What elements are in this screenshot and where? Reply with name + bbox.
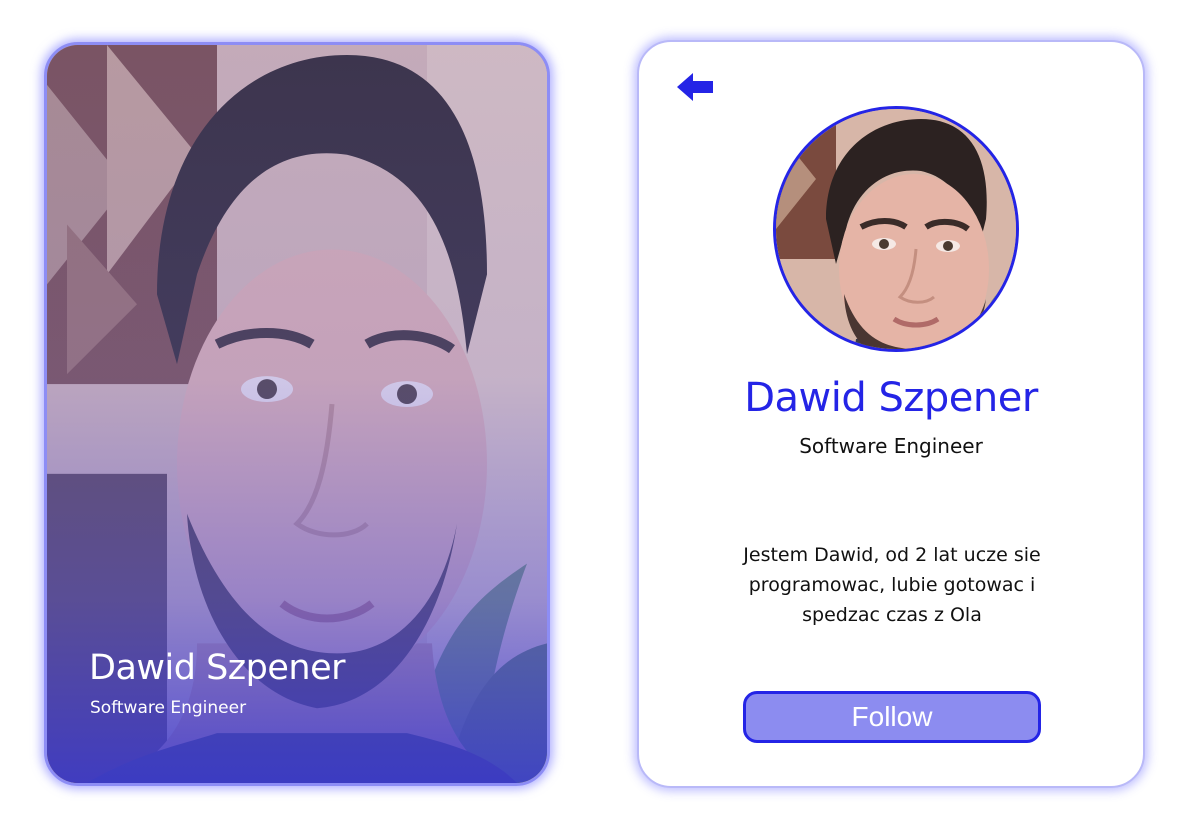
avatar — [773, 106, 1019, 352]
arrow-left-icon — [677, 73, 713, 101]
profile-name: Dawid Szpener — [744, 375, 1038, 421]
avatar-photo — [776, 109, 1016, 349]
profile-cards-page: Dawid Szpener Software Engineer Dawid Sz… — [0, 0, 1189, 832]
photo-card-name: Dawid Szpener — [89, 648, 346, 688]
back-button[interactable] — [675, 70, 717, 104]
profile-card: Dawid Szpener Software Engineer Jestem D… — [637, 40, 1145, 788]
photo-card: Dawid Szpener Software Engineer — [44, 42, 550, 786]
follow-button[interactable]: Follow — [743, 691, 1041, 743]
profile-role: Software Engineer — [799, 434, 983, 458]
photo-card-role: Software Engineer — [90, 698, 247, 718]
profile-bio: Jestem Dawid, od 2 lat ucze sie programo… — [743, 544, 1041, 626]
